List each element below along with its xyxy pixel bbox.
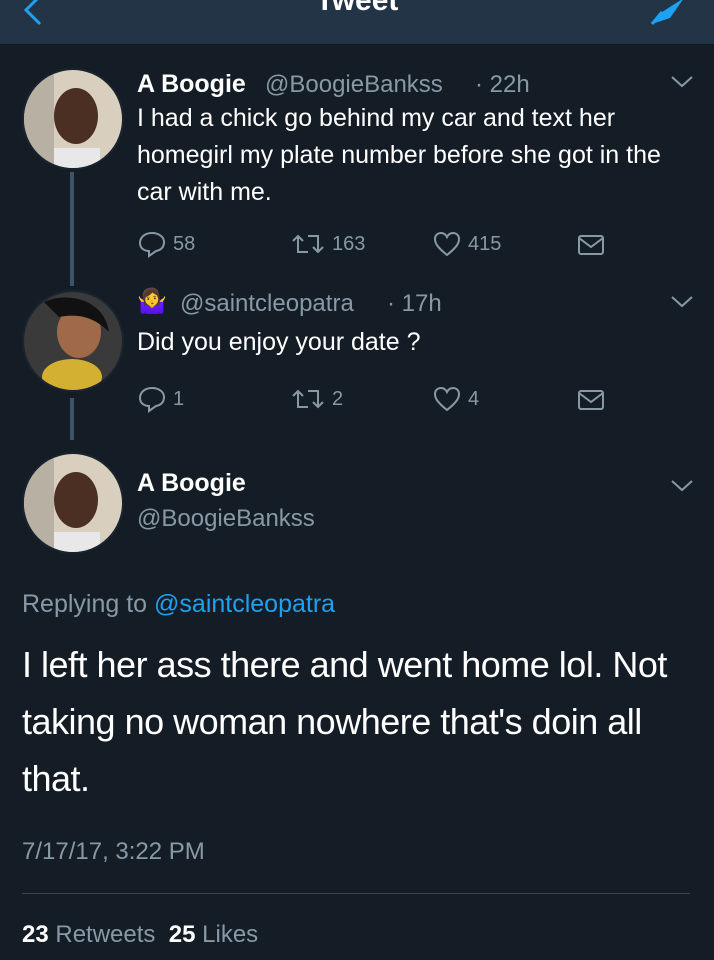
chevron-down-icon[interactable] [670,478,694,499]
compose-icon[interactable] [648,0,688,33]
avatar[interactable] [22,452,124,554]
message-button[interactable] [576,232,612,258]
top-bar: Tweet [0,0,714,45]
replying-to: Replying to @saintcleopatra [22,590,335,619]
chevron-down-icon[interactable] [670,294,694,315]
author-name[interactable]: A Boogie [137,469,246,498]
like-total: 25 [168,921,196,948]
envelope-icon [578,390,604,410]
retweets-stat[interactable]: 23 Retweets [22,921,155,948]
thread-line [70,172,74,286]
heart-icon [433,231,461,257]
replying-to-handle[interactable]: @saintcleopatra [154,590,335,618]
reply-count: 1 [173,387,185,410]
retweet-button[interactable]: 2 [290,385,343,413]
retweet-icon [292,234,324,254]
retweets-label: Retweets [55,921,156,948]
likes-label: Likes [202,921,259,948]
reply-button[interactable]: 1 [137,385,184,413]
replying-to-label: Replying to [22,590,148,618]
avatar[interactable] [22,68,124,170]
tweet-text: Did you enjoy your date ? [137,328,421,356]
divider [22,893,690,894]
emoji-icon: 🤷‍♀️ [137,288,167,315]
tweet-timestamp: 7/17/17, 3:22 PM [22,838,205,865]
heart-icon [433,386,461,412]
avatar[interactable] [22,290,124,392]
retweet-button[interactable]: 163 [290,230,365,258]
main-tweet-text: I left her ass there and went home lol. … [22,644,667,799]
author-handle[interactable]: @BoogieBankss [137,505,315,533]
message-button[interactable] [576,387,612,413]
author-handle[interactable]: @saintcleopatra [180,290,354,318]
like-count: 4 [468,387,480,410]
reply-count: 58 [173,232,196,255]
likes-stat[interactable]: 25 Likes [169,921,258,948]
reply-icon [138,386,166,413]
tweet-text: I had a chick go behind my car and text … [137,104,661,206]
author-handle[interactable]: @BoogieBankss [265,71,443,99]
retweet-icon [292,389,324,409]
retweet-count: 163 [332,232,366,255]
engagement-stats: 23 Retweets 25 Likes [22,921,258,949]
reply-icon [138,231,166,258]
tweet-time[interactable]: · 22h [475,71,530,99]
tweet-time[interactable]: · 17h [387,290,442,318]
author-name[interactable]: A Boogie [137,70,246,99]
like-button[interactable]: 415 [432,230,501,258]
like-button[interactable]: 4 [432,385,479,413]
like-count: 415 [468,232,502,255]
envelope-icon [578,235,604,255]
page-title: Tweet [315,0,399,17]
retweet-total: 23 [22,921,49,948]
retweet-count: 2 [332,387,344,410]
thread-line [70,398,74,440]
reply-button[interactable]: 58 [137,230,195,258]
chevron-down-icon[interactable] [670,74,694,95]
